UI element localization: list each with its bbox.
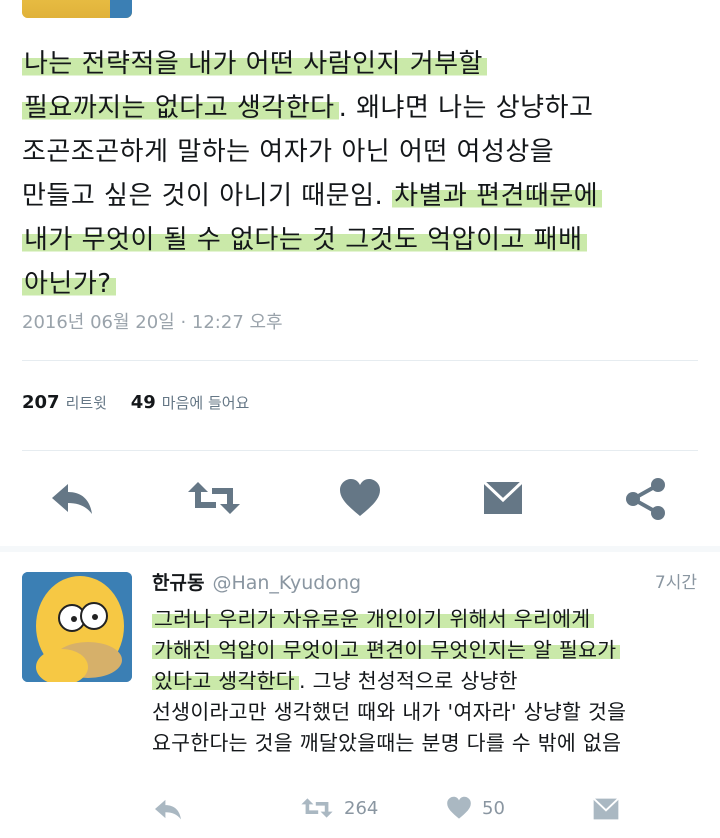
reply-time: 7시간	[654, 573, 697, 593]
reply-retweet-button[interactable]: 264	[300, 796, 378, 820]
tweet-text-line: 아닌가?	[22, 262, 702, 306]
reply-avatar[interactable]	[22, 572, 132, 682]
highlighted-text: 가해진 억압이 무엇이고 편견이 무엇인지는 알 필요가	[152, 638, 621, 662]
reply-text-line: 선생이라고만 생각했던 때와 내가 '여자라' 상냥할 것을	[152, 697, 700, 728]
text-segment: . 그냥 천성적으로 상냥한	[298, 669, 518, 693]
divider	[22, 450, 698, 451]
tweet-text-line: 조곤조곤하게 말하는 여자가 아닌 어떤 여성상을	[22, 130, 702, 174]
homer-avatar-image	[22, 572, 132, 682]
reply-author-handle[interactable]: @Han_Kyudong	[212, 572, 361, 594]
envelope-icon[interactable]	[482, 478, 524, 518]
tweet-text-line: 필요까지는 없다고 생각한다. 왜냐면 나는 상냥하고	[22, 86, 702, 130]
reply-reply-button[interactable]	[152, 796, 184, 822]
reply-text: 그러나 우리가 자유로운 개인이기 위해서 우리에게가해진 억압이 무엇이고 편…	[152, 604, 700, 759]
retweet-icon	[301, 798, 333, 818]
reply-text-line: 있다고 생각한다. 그냥 천성적으로 상냥한	[152, 666, 700, 697]
text-segment: 선생이라고만 생각했던 때와 내가 '여자라' 상냥할 것을	[152, 700, 627, 724]
highlighted-text: 그러나 우리가 자유로운 개인이기 위해서 우리에게	[152, 607, 595, 631]
heart-icon[interactable]	[338, 478, 382, 518]
tweet-actions	[0, 470, 720, 530]
tweet-stats: 207 리트윗 49 마음에 들어요	[22, 392, 267, 413]
envelope-icon	[592, 797, 620, 820]
section-separator	[0, 546, 720, 552]
retweet-count[interactable]: 207	[22, 392, 60, 413]
highlighted-text: 내가 무엇이 될 수 없다는 것 그것도 억압이고 패배	[22, 225, 587, 255]
reply-like-count: 50	[482, 797, 505, 819]
top-avatar[interactable]	[22, 0, 132, 18]
highlighted-text: 나는 전략적을 내가 어떤 사람인지 거부할	[22, 49, 487, 79]
heart-icon	[447, 796, 471, 819]
like-label[interactable]: 마음에 들어요	[162, 394, 250, 412]
tweet-text-line: 만들고 싶은 것이 아니기 때문임. 차별과 편견때문에	[22, 174, 702, 218]
reply-like-button[interactable]: 50	[446, 796, 505, 820]
highlighted-text: 차별과 편견때문에	[392, 181, 603, 211]
text-segment: . 왜냐면 나는 상냥하고	[338, 93, 594, 123]
highlighted-text: 아닌가?	[22, 269, 116, 299]
share-icon[interactable]	[624, 478, 668, 520]
reply-text-line: 가해진 억압이 무엇이고 편견이 무엇인지는 알 필요가	[152, 635, 700, 666]
retweet-icon[interactable]	[186, 478, 242, 518]
divider	[22, 360, 698, 361]
retweet-label[interactable]: 리트윗	[66, 394, 107, 412]
reply-text-line: 요구한다는 것을 깨달았을때는 분명 다를 수 밖에 없음	[152, 728, 700, 759]
text-segment: 만들고 싶은 것이 아니기 때문임.	[22, 181, 393, 211]
reply-dm-button[interactable]	[592, 796, 620, 822]
tweet-text: 나는 전략적을 내가 어떤 사람인지 거부할필요까지는 없다고 생각한다. 왜냐…	[22, 42, 702, 306]
text-segment: 조곤조곤하게 말하는 여자가 아닌 어떤 여성상을	[22, 137, 555, 167]
text-segment: 요구한다는 것을 깨달았을때는 분명 다를 수 밖에 없음	[152, 731, 622, 755]
tweet-text-line: 나는 전략적을 내가 어떤 사람인지 거부할	[22, 42, 702, 86]
reply-icon	[155, 799, 181, 820]
like-count[interactable]: 49	[131, 392, 156, 413]
highlighted-text: 있다고 생각한다	[152, 669, 299, 693]
tweet-text-line: 내가 무엇이 될 수 없다는 것 그것도 억압이고 패배	[22, 218, 702, 262]
tweet-timestamp: 2016년 06월 20일 · 12:27 오후	[22, 312, 283, 333]
reply-retweet-count: 264	[344, 797, 379, 819]
reply-actions: 264 50	[0, 790, 720, 830]
reply-author-name[interactable]: 한규동	[152, 572, 204, 594]
highlighted-text: 필요까지는 없다고 생각한다	[22, 93, 339, 123]
reply-header: 한규동 @Han_Kyudong 7시간	[152, 568, 697, 595]
reply-icon[interactable]	[48, 478, 96, 518]
reply-text-line: 그러나 우리가 자유로운 개인이기 위해서 우리에게	[152, 604, 700, 635]
